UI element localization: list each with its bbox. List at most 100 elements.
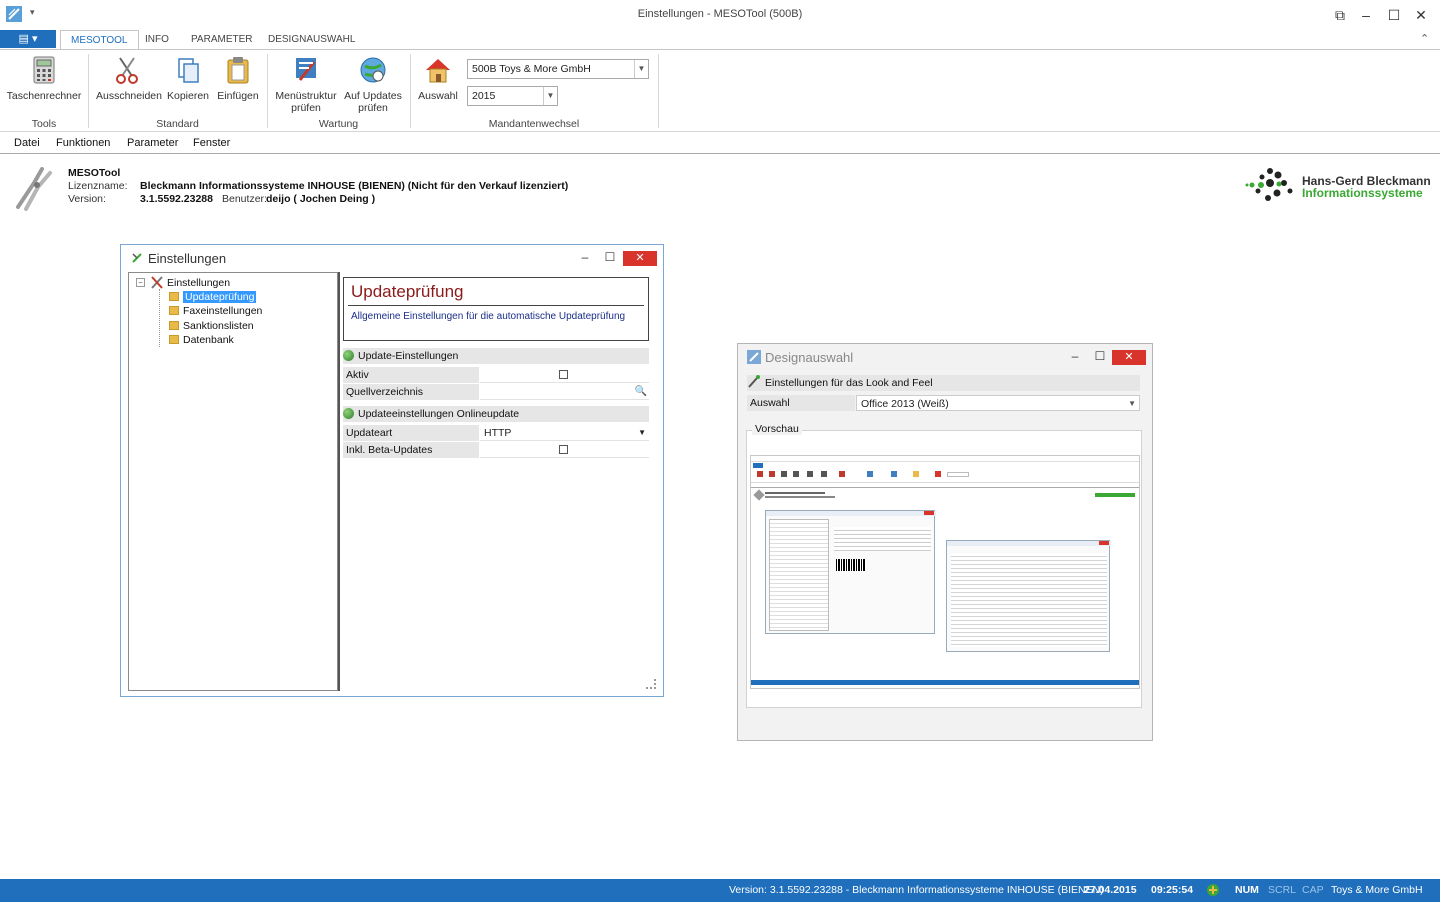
folder-icon	[169, 306, 179, 315]
group-label-standard: Standard	[156, 118, 199, 130]
tree-item-label: Datenbank	[183, 334, 234, 346]
menu-bar: Datei Funktionen Parameter Fenster	[0, 134, 1440, 154]
menu-fenster[interactable]: Fenster	[193, 137, 230, 149]
status-cap: CAP	[1302, 884, 1324, 896]
quellverzeichnis-input[interactable]: 🔍	[480, 384, 649, 400]
version-value: 3.1.5592.23288	[140, 193, 213, 205]
preview-statusbar	[751, 680, 1139, 685]
tab-info[interactable]: INFO	[135, 30, 179, 50]
chevron-down-icon: ▼	[638, 428, 646, 437]
preview-window	[765, 510, 936, 634]
auswahl-button[interactable]: Auswahl	[416, 54, 460, 102]
updateart-select[interactable]: HTTP ▼	[480, 425, 649, 441]
einstellungen-dialog: Einstellungen – ☐ ✕ − Einstellungen Upda…	[120, 244, 664, 697]
dialog-minimize-button[interactable]: –	[575, 250, 595, 264]
file-menu-button[interactable]: ▤ ▾	[0, 30, 56, 48]
tree-root-einstellungen[interactable]: Einstellungen	[167, 277, 230, 289]
folder-icon	[169, 335, 179, 344]
preview-icon	[821, 471, 827, 477]
tree-item-faxeinstellungen[interactable]: Faxeinstellungen	[169, 305, 262, 317]
copy-icon	[178, 58, 199, 83]
preview-form	[834, 527, 931, 551]
tree-item-label: Sanktionslisten	[183, 320, 254, 332]
kopieren-button[interactable]: Kopieren	[164, 54, 212, 102]
minimize-button[interactable]: –	[1352, 4, 1380, 26]
preview-ribbon	[751, 469, 1139, 483]
dialog-minimize-button[interactable]: –	[1065, 349, 1085, 363]
tree-collapse-toggle[interactable]: −	[136, 278, 145, 287]
search-icon[interactable]: 🔍	[635, 384, 647, 400]
tab-mesotool[interactable]: MESOTOOL	[60, 30, 139, 51]
company-select[interactable]: 500B Toys & More GmbH ▼	[467, 59, 649, 79]
preview-tree	[769, 519, 829, 631]
pin-button[interactable]: ⧉	[1326, 4, 1354, 26]
ribbon: Taschenrechner Tools Ausschneiden Kopier…	[0, 49, 1440, 132]
lizenz-label: Lizenzname:	[68, 180, 128, 192]
preview-text	[765, 496, 835, 498]
tree-item-updatepruefung[interactable]: Updateprüfung	[169, 291, 257, 303]
brush-icon	[748, 375, 760, 388]
benutzer-label: Benutzer:	[222, 193, 267, 205]
beta-checkbox[interactable]	[559, 445, 568, 454]
resize-grip[interactable]	[646, 679, 656, 689]
dialog-maximize-button[interactable]: ☐	[1090, 349, 1110, 363]
status-time: 09:25:54	[1151, 884, 1194, 896]
close-button[interactable]: ✕	[1407, 4, 1435, 26]
designauswahl-title: Designauswahl	[765, 350, 854, 365]
taschenrechner-label: Taschenrechner	[6, 90, 82, 102]
preview-window	[946, 540, 1111, 652]
page-title: Updateprüfung	[351, 282, 464, 301]
aktiv-checkbox[interactable]	[559, 370, 568, 379]
tree-item-sanktionslisten[interactable]: Sanktionslisten	[169, 320, 254, 332]
auf-updates-pruefen-button[interactable]: Auf Updates prüfen	[342, 54, 404, 114]
group-label-mandantenwechsel: Mandantenwechsel	[488, 118, 580, 130]
menu-datei[interactable]: Datei	[14, 137, 40, 149]
title-bar: ▾ Einstellungen - MESOTool (500B) ⧉ – ☐ …	[0, 0, 1440, 30]
ausschneiden-button[interactable]: Ausschneiden	[96, 54, 162, 102]
preview-close	[1099, 541, 1109, 545]
preview-barcode	[836, 559, 866, 571]
preview-window-titlebar	[766, 511, 936, 516]
design-select[interactable]: Office 2013 (Weiß) ▼	[856, 395, 1140, 411]
dialog-close-button[interactable]: ✕	[1112, 350, 1146, 365]
dialog-maximize-button[interactable]: ☐	[600, 250, 620, 264]
beta-label: Inkl. Beta-Updates	[343, 442, 479, 458]
collapse-ribbon-icon[interactable]: ⌃	[1420, 32, 1429, 45]
section-look-and-feel: Einstellungen für das Look and Feel	[747, 375, 1140, 391]
updates-label-1: Auf Updates	[344, 90, 402, 102]
panel-splitter[interactable]	[338, 272, 340, 691]
tree-item-datenbank[interactable]: Datenbank	[169, 334, 234, 346]
einstellungen-title: Einstellungen	[148, 251, 227, 266]
section-label: Update-Einstellungen	[358, 350, 459, 362]
preview-icon	[781, 471, 787, 477]
status-bar: Version: 3.1.5592.23288 - Bleckmann Info…	[0, 879, 1440, 902]
tab-designauswahl[interactable]: DESIGNAUSWAHL	[258, 30, 365, 50]
calculator-icon	[33, 56, 55, 84]
einfuegen-button[interactable]: Einfügen	[214, 54, 262, 102]
scissors-icon	[116, 57, 138, 84]
preview-pliers	[753, 489, 765, 501]
auswahl-label: Auswahl	[418, 90, 458, 102]
house-icon	[426, 59, 450, 83]
menu-parameter[interactable]: Parameter	[127, 137, 178, 149]
globe-icon	[343, 350, 354, 361]
tab-parameter[interactable]: PARAMETER	[181, 30, 263, 50]
chevron-down-icon: ▼	[543, 87, 557, 105]
menuestruktur-button[interactable]: Menüstruktur prüfen	[272, 54, 340, 114]
company-logo-icon	[1245, 168, 1293, 201]
einfuegen-label: Einfügen	[217, 90, 259, 102]
group-separator	[88, 54, 89, 128]
dialog-close-button[interactable]: ✕	[623, 251, 657, 266]
preview-menubar	[751, 484, 1139, 488]
year-select[interactable]: 2015 ▼	[467, 86, 558, 106]
menu-funktionen[interactable]: Funktionen	[56, 137, 110, 149]
menuestruktur-label-1: Menüstruktur	[275, 90, 337, 102]
benutzer-value: deijo ( Jochen Deing )	[266, 193, 376, 205]
maximize-button[interactable]: ☐	[1380, 4, 1408, 26]
auswahl-label: Auswahl	[747, 395, 855, 411]
section-onlineupdate: Updateeinstellungen Onlineupdate	[343, 406, 649, 422]
preview-icon	[839, 471, 845, 477]
pliers-icon	[16, 167, 52, 211]
taschenrechner-button[interactable]: Taschenrechner	[6, 54, 82, 102]
preview-icon	[867, 471, 873, 477]
